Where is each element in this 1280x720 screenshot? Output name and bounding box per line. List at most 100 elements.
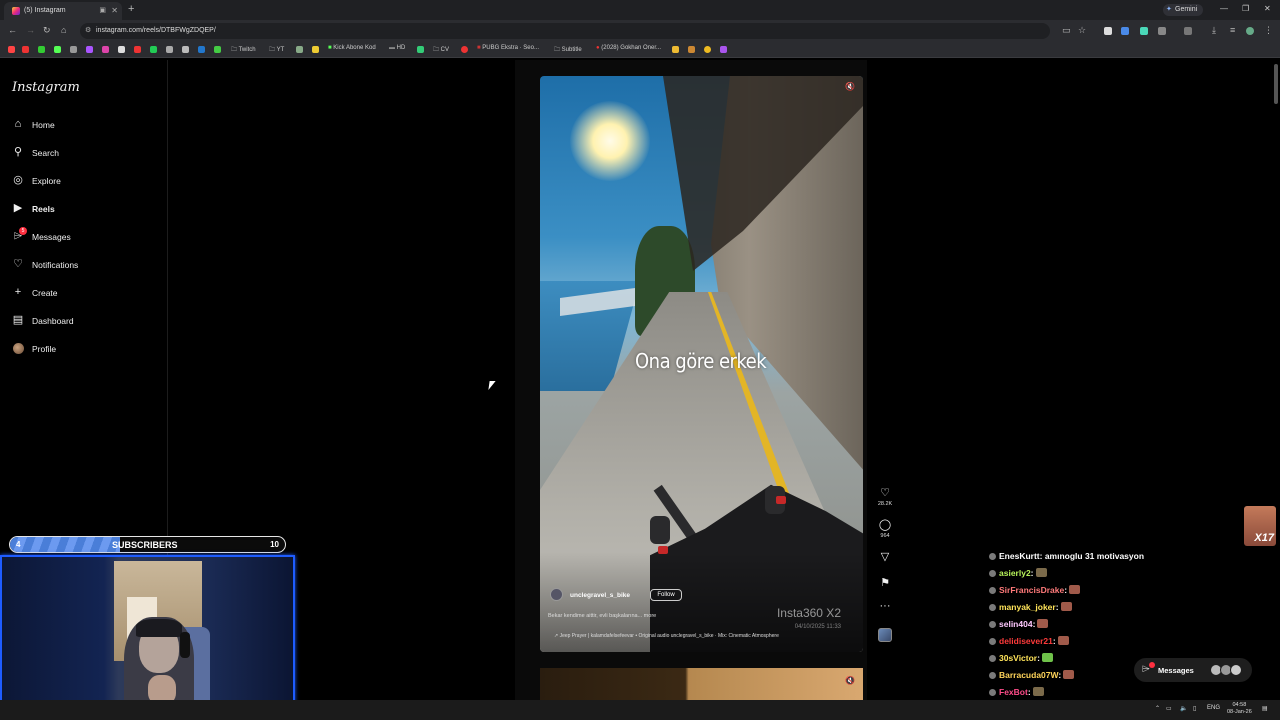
browser-tab[interactable]: (5) Instagram ▣ ✕ (4, 2, 122, 20)
sidebar-item-notifications[interactable]: ♡ Notifications (12, 258, 162, 278)
bookmark-star-icon[interactable]: ☆ (1078, 25, 1086, 36)
bookmark-icon[interactable] (70, 46, 77, 53)
menu-icon[interactable]: ≡ (1230, 25, 1235, 35)
new-tab-button[interactable]: + (128, 3, 134, 15)
follow-button[interactable]: Follow (650, 589, 682, 601)
bookmark-folder-cv[interactable]: 🗀 CV (433, 45, 449, 55)
close-window-icon[interactable]: ✕ (1264, 4, 1271, 13)
save-bookmark-icon[interactable]: ⚑ (874, 576, 896, 589)
share-send-icon[interactable]: ▽ (874, 550, 896, 563)
bookmark-icon[interactable] (134, 46, 141, 53)
mute-icon[interactable]: 🔇 (845, 676, 855, 685)
bookmark-icon[interactable] (38, 46, 45, 53)
bookmark-icon[interactable] (704, 46, 711, 53)
bookmark-icon[interactable] (461, 46, 468, 53)
page-scrollbar[interactable] (1274, 64, 1278, 104)
chat-username[interactable]: SirFrancisDrake (999, 585, 1064, 595)
bookmark-folder-yt[interactable]: 🗀 YT (269, 45, 284, 55)
comment-icon[interactable]: ◯ (874, 518, 896, 531)
chat-username[interactable]: EnesKurtt (999, 551, 1040, 561)
extensions-puzzle-icon[interactable] (1158, 27, 1166, 35)
network-icon[interactable]: ▭ (1166, 705, 1172, 712)
whatsapp-icon[interactable] (150, 46, 157, 53)
downloads-icon[interactable]: ⤓ (1212, 25, 1216, 36)
reload-icon[interactable]: ↻ (43, 25, 51, 36)
sidebar-item-messages[interactable]: ⌲ 5 Messages (12, 227, 162, 250)
chat-username[interactable]: selin404 (999, 619, 1033, 629)
volume-icon[interactable]: 🔈 (1180, 705, 1187, 712)
minimize-icon[interactable]: — (1220, 4, 1228, 13)
chat-username[interactable]: asierly2 (999, 568, 1031, 578)
home-button-icon[interactable]: ⌂ (61, 25, 66, 35)
bookmark-icon[interactable] (312, 46, 319, 53)
chat-username[interactable]: delidisever21 (999, 636, 1053, 646)
chat-username[interactable]: Barracuda07W (999, 670, 1058, 680)
bookmark-icon[interactable] (166, 46, 173, 53)
bookmark-youtube[interactable]: ● (2028) Gokhan Oner... (596, 45, 661, 51)
extension-icon[interactable] (1140, 27, 1148, 35)
sidebar-item-home[interactable]: ⌂ Home (12, 118, 162, 138)
chat-username[interactable]: 30sVictor (999, 653, 1037, 663)
bookmark-pubg[interactable]: ■ PUBG Ekstra · Seo... (477, 45, 539, 51)
back-icon[interactable]: ← (8, 25, 17, 35)
bookmark-icon[interactable] (688, 46, 695, 53)
subscriber-goal-bar: 4 SUBSCRIBERS 10 (9, 536, 286, 553)
sidebar-item-explore[interactable]: ◎ Explore (12, 174, 162, 194)
sidebar-item-profile[interactable]: Profile (12, 342, 162, 362)
bookmark-icon[interactable] (214, 46, 221, 53)
kick-icon[interactable] (54, 46, 61, 53)
reel-author-avatar[interactable] (550, 588, 563, 601)
reel-video[interactable]: Ona göre erkek 🔇 Insta360 X2 04/10/2025 … (540, 76, 863, 652)
sidepanel-icon[interactable] (1184, 27, 1192, 35)
bookmark-icon[interactable] (720, 46, 727, 53)
audio-thumbnail[interactable] (878, 628, 892, 642)
reel-author-username[interactable]: unclegravel_s_bike (570, 592, 630, 599)
bookmark-icon[interactable] (22, 46, 29, 53)
sidebar-item-dashboard[interactable]: ▤ Dashboard (12, 314, 162, 334)
bookmark-icon[interactable] (86, 46, 93, 53)
bookmark-icon[interactable] (672, 46, 679, 53)
notifications-tray-icon[interactable]: ▤ (1262, 705, 1268, 712)
sidebar-item-search[interactable]: ⚲ Search (12, 146, 162, 166)
profile-icon[interactable] (1246, 27, 1254, 35)
x-icon[interactable] (118, 46, 125, 53)
bookmark-label: Twitch (238, 47, 256, 53)
more-icon[interactable]: ⋮ (1264, 25, 1273, 36)
mute-icon[interactable]: 🔇 (845, 82, 855, 91)
bookmark-hd[interactable]: ▬ HD (389, 45, 405, 51)
bookmark-icon[interactable] (417, 46, 424, 53)
restore-icon[interactable]: ❐ (1242, 4, 1249, 13)
messages-pill[interactable]: ⌲ Messages (1134, 658, 1252, 682)
site-info-icon[interactable]: ⚙ (85, 26, 91, 34)
bookmark-folder-twitch[interactable]: 🗀 Twitch (231, 45, 256, 55)
more-options-icon[interactable]: ··· (874, 600, 896, 612)
bookmark-icon[interactable] (182, 46, 189, 53)
battery-icon[interactable]: ▯ (1193, 705, 1196, 712)
instagram-logo[interactable]: Instagram (12, 80, 80, 95)
chat-username[interactable]: FexBot (999, 687, 1028, 697)
chat-username[interactable]: manyak_joker (999, 602, 1056, 612)
url-field[interactable]: ⚙ instagram.com/reels/DTBFWgZDQEP/ (80, 23, 1050, 39)
bookmark-folder-subtitle[interactable]: 🗀 Subtitle (554, 45, 582, 55)
sidebar-item-create[interactable]: + Create (12, 286, 162, 306)
like-heart-icon[interactable]: ♡ (874, 486, 896, 499)
language-indicator[interactable]: ENG (1207, 705, 1220, 711)
bookmark-icon[interactable] (8, 46, 15, 53)
bookmark-icon[interactable] (296, 46, 303, 53)
gemini-button[interactable]: Gemini (1163, 4, 1203, 16)
chat-badge-icon (989, 586, 996, 594)
forward-icon[interactable]: → (26, 25, 35, 35)
reel-audio-info[interactable]: ↗ Jeep Prayer | kalamdafelsefeevar • Ori… (554, 633, 779, 639)
linkedin-icon[interactable] (198, 46, 205, 53)
bookmark-kick[interactable]: ■ Kick Abone Kod (328, 45, 376, 51)
extension-icon[interactable] (1104, 27, 1112, 35)
install-icon[interactable]: ▭ (1062, 25, 1071, 36)
tab-close-icon[interactable]: ✕ (111, 6, 118, 15)
extension-icon[interactable] (1121, 27, 1129, 35)
sidebar-item-reels[interactable]: ▶ Reels (12, 202, 162, 222)
tab-audio-icon[interactable]: ▣ (99, 6, 106, 14)
tray-chevron-icon[interactable]: ⌃ (1155, 705, 1160, 712)
instagram-bookmark-icon[interactable] (102, 46, 109, 53)
reel-description[interactable]: Bekar kendime aittir, evli başkalarına..… (548, 613, 656, 619)
system-clock[interactable]: 04:58 08-Jan-26 (1227, 702, 1252, 716)
